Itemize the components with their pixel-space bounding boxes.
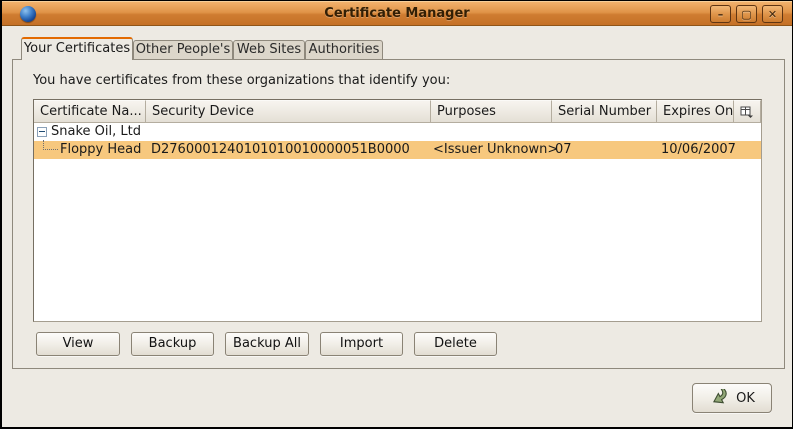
expires-on-cell: 10/06/2007 (661, 142, 736, 157)
column-picker-icon (740, 106, 754, 118)
collapse-expander-icon[interactable] (37, 127, 47, 137)
titlebar[interactable]: Certificate Manager – ▢ ✕ (2, 1, 792, 26)
tree-branch-icon (43, 140, 58, 150)
ok-arrow-icon (709, 389, 731, 408)
panel-description: You have certificates from these organiz… (33, 73, 450, 88)
security-device-cell: D2760001240101010010000051B0000 (151, 142, 410, 157)
column-header-certificate-name[interactable]: Certificate Na... (34, 100, 146, 123)
close-icon[interactable]: ✕ (762, 5, 783, 23)
minimize-icon[interactable]: – (710, 5, 731, 23)
certificate-group-name: Snake Oil, Ltd (51, 124, 141, 139)
tab-web-sites[interactable]: Web Sites (233, 40, 305, 59)
column-header-expires-on[interactable]: Expires On (657, 100, 734, 123)
window-title: Certificate Manager (2, 6, 792, 21)
view-button[interactable]: View (36, 332, 120, 356)
list-header: Certificate Na... Security Device Purpos… (34, 100, 761, 123)
serial-number-cell: 07 (555, 142, 572, 157)
backup-button[interactable]: Backup (131, 332, 214, 356)
tab-your-certificates[interactable]: Your Certificates (21, 37, 133, 60)
certificate-manager-window: Certificate Manager – ▢ ✕ Your Certifica… (0, 0, 793, 429)
import-button[interactable]: Import (320, 332, 403, 356)
column-header-serial-number[interactable]: Serial Number (552, 100, 657, 123)
column-picker-button[interactable] (734, 100, 761, 123)
maximize-icon[interactable]: ▢ (736, 5, 757, 23)
window-controls: – ▢ ✕ (710, 5, 783, 23)
delete-button[interactable]: Delete (414, 332, 497, 356)
ok-button-label: OK (736, 391, 755, 406)
tab-authorities[interactable]: Authorities (305, 40, 383, 59)
column-header-purposes[interactable]: Purposes (431, 100, 552, 123)
table-row-certificate[interactable]: Floppy Head D2760001240101010010000051B0… (34, 141, 761, 159)
backup-all-button[interactable]: Backup All (225, 332, 309, 356)
table-row-group[interactable]: Snake Oil, Ltd (34, 123, 761, 141)
ok-button[interactable]: OK (692, 383, 772, 413)
purposes-cell: <Issuer Unknown> (433, 142, 558, 157)
tab-other-peoples[interactable]: Other People's (133, 40, 233, 59)
your-certificates-panel: You have certificates from these organiz… (12, 59, 785, 369)
certificate-list: Certificate Na... Security Device Purpos… (33, 99, 762, 322)
column-header-security-device[interactable]: Security Device (146, 100, 431, 123)
certificate-name-cell: Floppy Head (60, 142, 141, 157)
